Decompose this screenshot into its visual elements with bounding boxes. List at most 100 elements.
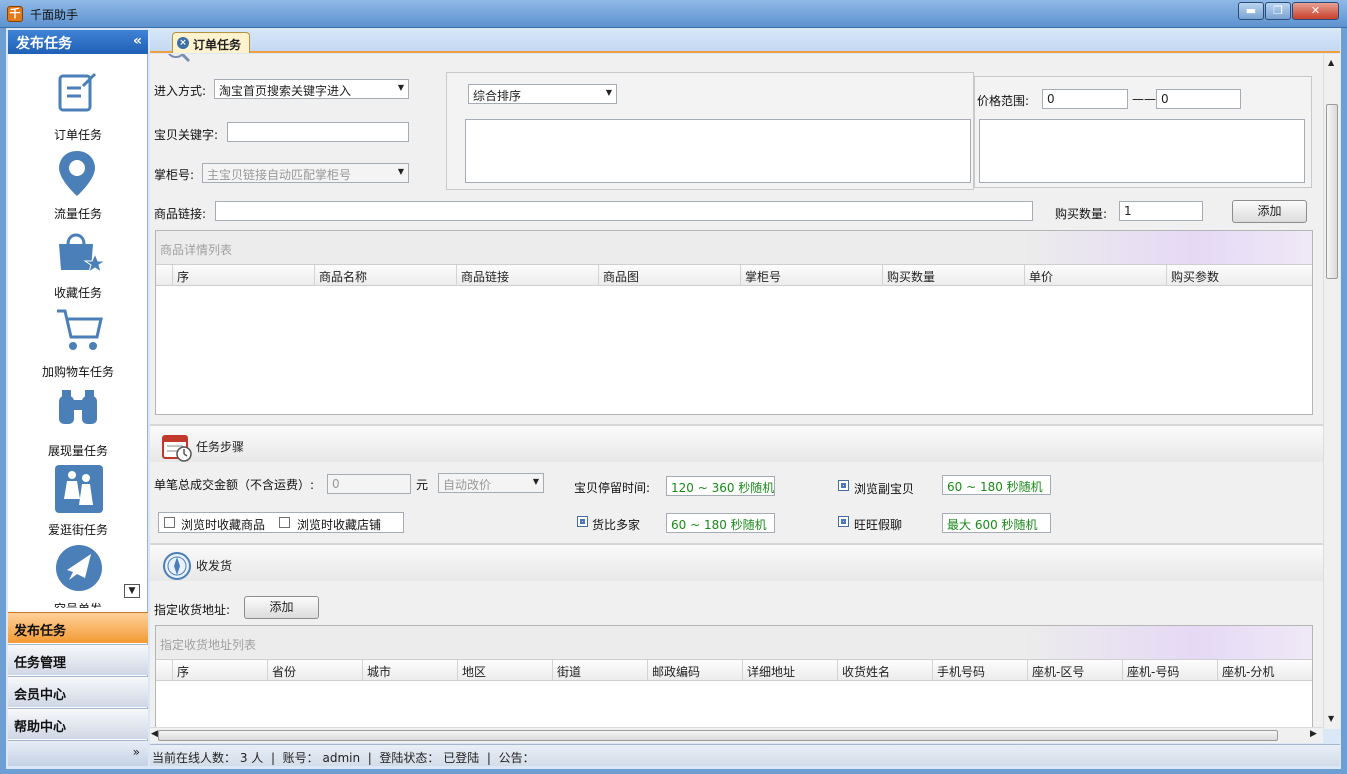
column-header[interactable]: 座机-区号 <box>1027 660 1122 681</box>
tab-strip: × 订单任务 <box>150 30 1340 53</box>
favorite-goods-checkbox[interactable] <box>164 517 175 528</box>
sidebar-item-label: 展现量任务 <box>47 444 108 458</box>
horizontal-scroll-thumb[interactable] <box>158 730 1278 741</box>
browse-sub-label: 浏览副宝贝 <box>854 482 915 496</box>
column-header[interactable]: 掌柜号 <box>740 265 882 286</box>
horizontal-scrollbar[interactable]: ◀ ▶ <box>150 727 1323 743</box>
shop-select[interactable]: 主宝贝链接自动匹配掌柜号 <box>202 163 409 183</box>
scroll-up-icon[interactable]: ▲ <box>1328 58 1334 67</box>
sidebar-item-order-task[interactable]: 订单任务 <box>8 66 148 144</box>
fake-chat-value[interactable]: 最大 600 秒随机 <box>942 513 1051 533</box>
sidebar-item-label: 流量任务 <box>53 207 102 221</box>
sidebar-header: 发布任务 « <box>8 30 148 54</box>
column-header[interactable]: 座机-分机 <box>1217 660 1312 681</box>
price-max-input[interactable]: 0 <box>1156 89 1241 109</box>
sidebar-item-label: 收藏任务 <box>53 286 102 300</box>
column-header[interactable]: 收货姓名 <box>837 660 932 681</box>
sidebar-item-traffic-task[interactable]: 流量任务 <box>8 145 148 223</box>
nav-help-center[interactable]: 帮助中心 <box>8 708 148 739</box>
bag-star-icon <box>59 233 105 274</box>
total-amount-label: 单笔总成交金额（不含运费）: <box>154 478 315 492</box>
product-link-input[interactable] <box>215 201 1033 221</box>
minimize-button[interactable]: ▬ <box>1238 2 1264 20</box>
column-header[interactable]: 序 <box>172 660 267 681</box>
sidebar-item-label: 加购物车任务 <box>41 365 114 379</box>
add-product-button[interactable]: 添加 <box>1232 200 1307 223</box>
vertical-scrollbar[interactable]: ▲ ▼ <box>1323 54 1340 729</box>
nav-member-center[interactable]: 会员中心 <box>8 676 148 707</box>
favorite-shop-label: 浏览时收藏店铺 <box>297 518 382 532</box>
sidebar-scroll-down-icon[interactable]: ▼ <box>124 584 140 598</box>
sidebar-item-favorite-task[interactable]: 收藏任务 <box>8 224 148 302</box>
address-grid: 指定收货地址列表 序 省份 城市 地区 街道 邮政编码 详细地址 收货姓名 手机… <box>155 625 1313 743</box>
compass-icon <box>163 552 191 580</box>
column-header[interactable]: 购买参数 <box>1166 265 1312 286</box>
column-header[interactable]: 街道 <box>552 660 647 681</box>
favorite-goods-label: 浏览时收藏商品 <box>181 518 266 532</box>
login-value: 已登陆 <box>443 751 480 765</box>
browse-sub-value[interactable]: 60 ~ 180 秒随机 <box>942 475 1051 495</box>
binoculars-icon <box>59 390 97 424</box>
entry-method-select[interactable]: 淘宝首页搜索关键字进入 <box>214 79 409 99</box>
keyword-input[interactable] <box>227 122 409 142</box>
nav-publish-task[interactable]: 发布任务 <box>8 612 148 643</box>
buy-qty-input[interactable]: 1 <box>1119 201 1203 221</box>
browse-sub-checkbox[interactable] <box>838 480 849 491</box>
product-link-label: 商品链接: <box>154 207 207 221</box>
grid-header: 序 省份 城市 地区 街道 邮政编码 详细地址 收货姓名 手机号码 座机-区号 … <box>156 659 1312 681</box>
column-header[interactable]: 城市 <box>362 660 457 681</box>
column-header[interactable]: 商品链接 <box>456 265 598 286</box>
sidebar-item-label: 爱逛街任务 <box>47 523 108 537</box>
vertical-scroll-thumb[interactable] <box>1326 104 1338 279</box>
price-mode-select[interactable]: 自动改价 <box>438 473 544 493</box>
grid-title: 指定收货地址列表 <box>156 626 1312 659</box>
scroll-left-icon[interactable]: ◀ <box>151 729 158 739</box>
sidebar-item-exposure-task[interactable]: 展现量任务 <box>8 382 148 460</box>
price-textarea[interactable] <box>979 119 1305 183</box>
add-address-button[interactable]: 添加 <box>244 596 319 619</box>
keyword-label: 宝贝关键字: <box>154 128 219 142</box>
total-amount-input[interactable]: 0 <box>327 474 411 494</box>
compare-checkbox[interactable] <box>577 516 588 527</box>
sidebar-item-shopping-task[interactable]: 爱逛街任务 <box>8 461 148 539</box>
compare-value[interactable]: 60 ~ 180 秒随机 <box>666 513 775 533</box>
column-header[interactable]: 手机号码 <box>932 660 1027 681</box>
tab-label: 订单任务 <box>193 38 242 52</box>
column-header[interactable]: 地区 <box>457 660 552 681</box>
column-header[interactable]: 序 <box>172 265 314 286</box>
address-label: 指定收货地址: <box>154 603 231 617</box>
sidebar: 发布任务 « 订单任务 流量任务 收藏任务 加购物车任务 展现量任务 爱逛街任务… <box>8 30 148 766</box>
expand-icon[interactable]: » <box>133 745 140 759</box>
order-icon <box>58 72 97 112</box>
column-header[interactable]: 商品图 <box>598 265 740 286</box>
maximize-button[interactable]: ❐ <box>1265 2 1291 20</box>
tab-order-task[interactable]: × 订单任务 <box>172 32 250 53</box>
scroll-down-icon[interactable]: ▼ <box>1328 714 1334 723</box>
sort-select[interactable]: 综合排序 <box>468 84 617 104</box>
scroll-right-icon[interactable]: ▶ <box>1310 729 1317 739</box>
sidebar-item-cart-task[interactable]: 加购物车任务 <box>8 303 148 381</box>
section-title: 收发货 <box>196 559 233 573</box>
column-header[interactable]: 商品名称 <box>314 265 456 286</box>
tab-close-icon[interactable]: × <box>177 37 189 49</box>
shoppers-icon <box>55 465 103 513</box>
sidebar-footer: » <box>8 740 148 766</box>
column-header[interactable]: 邮政编码 <box>647 660 742 681</box>
close-button[interactable]: ✕ <box>1292 2 1339 20</box>
sort-textarea[interactable] <box>465 119 971 183</box>
favorite-shop-checkbox[interactable] <box>279 517 290 528</box>
column-header[interactable]: 省份 <box>267 660 362 681</box>
column-header[interactable]: 购买数量 <box>882 265 1024 286</box>
nav-task-management[interactable]: 任务管理 <box>8 644 148 675</box>
stay-time-value[interactable]: 120 ~ 360 秒随机 <box>666 476 775 496</box>
title-bar: 千 千面助手 ▬ ❐ ✕ <box>0 0 1347 28</box>
column-header[interactable]: 单价 <box>1024 265 1166 286</box>
fake-chat-checkbox[interactable] <box>838 516 849 527</box>
column-header[interactable]: 详细地址 <box>742 660 837 681</box>
price-min-input[interactable]: 0 <box>1042 89 1128 109</box>
entry-method-label: 进入方式: <box>154 84 207 98</box>
login-label: 登陆状态： <box>379 751 440 765</box>
column-header[interactable]: 座机-号码 <box>1122 660 1217 681</box>
collapse-icon[interactable]: « <box>133 33 142 49</box>
window-title: 千面助手 <box>30 8 79 22</box>
